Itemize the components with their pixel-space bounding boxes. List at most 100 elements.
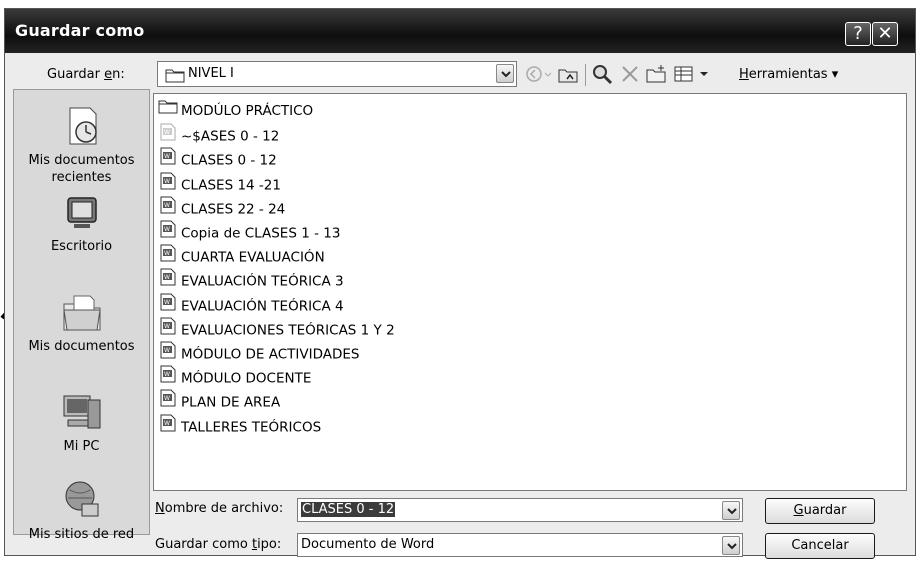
place-label: Mi PC — [63, 439, 100, 454]
svg-text:W: W — [164, 420, 170, 427]
place-my-computer[interactable]: Mi PC — [14, 390, 149, 455]
file-item[interactable]: W CLASES 0 - 12 — [158, 147, 277, 172]
cancel-button[interactable]: Cancelar — [765, 533, 875, 559]
file-item[interactable]: W EVALUACIONES TEÓRICAS 1 Y 2 — [158, 317, 395, 342]
word-document-icon: W — [158, 147, 178, 172]
file-name: ~$ASES 0 - 12 — [181, 128, 280, 145]
file-name: MÓDULO DE ACTIVIDADES — [181, 346, 360, 363]
file-name: EVALUACIONES TEÓRICAS 1 Y 2 — [181, 322, 395, 339]
word-document-icon: W — [158, 220, 178, 245]
place-my-documents[interactable]: Mis documentos — [14, 290, 149, 355]
new-folder-icon[interactable] — [645, 63, 667, 85]
svg-text:W: W — [164, 347, 170, 354]
folder-icon — [165, 69, 185, 83]
file-item[interactable]: W CLASES 14 -21 — [158, 172, 281, 197]
file-item[interactable]: W ~$ASES 0 - 12 — [158, 123, 280, 148]
search-web-icon[interactable] — [591, 63, 613, 85]
file-item[interactable]: W MÓDULO DE ACTIVIDADES — [158, 341, 360, 366]
file-name: CLASES 14 -21 — [181, 177, 281, 194]
svg-text:W: W — [164, 371, 170, 378]
svg-text:W: W — [164, 299, 170, 306]
word-document-icon: W — [158, 317, 178, 342]
file-item[interactable]: W Copia de CLASES 1 - 13 — [158, 220, 341, 245]
save-as-dialog: Guardar como ? ✕ Guardar en: NIVEL I Her… — [4, 8, 916, 559]
file-name: EVALUACIÓN TEÓRICA 4 — [181, 298, 344, 315]
file-item[interactable]: W MÓDULO DOCENTE — [158, 365, 312, 390]
filetype-label: Guardar como tipo: — [155, 537, 282, 552]
word-document-icon: W — [158, 123, 178, 148]
filename-value: CLASES 0 - 12 — [301, 502, 396, 517]
help-button[interactable]: ? — [845, 22, 871, 46]
folder-icon — [158, 99, 178, 121]
file-item[interactable]: W EVALUACIÓN TEÓRICA 3 — [158, 268, 344, 293]
look-in-value: NIVEL I — [188, 66, 234, 81]
my-documents-icon — [62, 295, 101, 331]
place-desktop[interactable]: Escritorio — [14, 190, 149, 255]
word-document-icon: W — [158, 389, 178, 414]
filetype-value: Documento de Word — [301, 537, 435, 552]
file-name: MÓDULO DOCENTE — [181, 370, 312, 387]
back-icon[interactable] — [523, 63, 545, 85]
svg-text:W: W — [164, 153, 170, 160]
folder-item[interactable]: MODÚLO PRÁCTICO — [158, 100, 313, 122]
svg-text:W: W — [164, 226, 170, 233]
title-bar: Guardar como ? ✕ — [5, 9, 915, 53]
look-in-label: Guardar en: — [47, 67, 125, 82]
filetype-select[interactable]: Documento de Word — [297, 533, 743, 557]
place-network[interactable]: Mis sitios de red — [14, 478, 149, 543]
word-document-icon: W — [158, 268, 178, 293]
word-document-icon: W — [158, 293, 178, 318]
svg-text:W: W — [164, 178, 170, 185]
file-name: TALLERES TEÓRICOS — [181, 419, 322, 436]
chevron-down-icon[interactable] — [722, 501, 740, 520]
toolbar-separator — [585, 64, 586, 86]
close-button[interactable]: ✕ — [872, 22, 898, 46]
svg-text:W: W — [164, 274, 170, 281]
file-list[interactable]: MODÚLO PRÁCTICO W ~$ASES 0 - 12 W CLASES 0 -… — [153, 93, 907, 491]
dialog-title: Guardar como — [15, 21, 145, 40]
up-folder-icon[interactable] — [557, 63, 579, 85]
filename-field[interactable]: CLASES 0 - 12 — [297, 498, 743, 522]
file-name: CUARTA EVALUACIÓN — [181, 249, 325, 266]
desktop-icon — [66, 197, 97, 228]
word-document-icon: W — [158, 172, 178, 197]
place-label: Escritorio — [50, 239, 113, 254]
place-recent-documents[interactable]: Mis documentos recientes — [14, 104, 149, 186]
place-label: Mis documentos recientes — [28, 153, 135, 185]
svg-text:W: W — [164, 323, 170, 330]
delete-icon[interactable] — [619, 63, 641, 85]
my-computer-icon — [63, 395, 100, 429]
file-item[interactable]: W TALLERES TEÓRICOS — [158, 414, 322, 439]
file-item[interactable]: W PLAN DE AREA — [158, 389, 281, 414]
file-name: EVALUACIÓN TEÓRICA 3 — [181, 273, 344, 290]
look-in-dropdown[interactable]: NIVEL I — [157, 61, 517, 87]
file-item[interactable]: W EVALUACIÓN TEÓRICA 4 — [158, 293, 344, 318]
file-name: CLASES 22 - 24 — [181, 201, 286, 218]
word-document-icon: W — [158, 414, 178, 439]
file-name: PLAN DE AREA — [181, 394, 281, 411]
chevron-down-icon[interactable] — [496, 64, 514, 83]
filename-label: Nombre de archivo: — [155, 501, 284, 516]
file-item[interactable]: W CLASES 22 - 24 — [158, 196, 286, 221]
file-name: MODÚLO PRÁCTICO — [181, 103, 314, 119]
svg-text:W: W — [164, 202, 170, 209]
back-dropdown-icon[interactable] — [543, 63, 553, 85]
place-label: Mis documentos — [28, 339, 135, 354]
svg-text:W: W — [164, 129, 170, 136]
place-label: Mis sitios de red — [28, 527, 135, 542]
svg-text:W: W — [164, 250, 170, 257]
save-button[interactable]: Guardar — [765, 498, 875, 524]
chevron-down-icon[interactable] — [722, 536, 740, 555]
word-document-icon: W — [158, 365, 178, 390]
network-places-icon — [65, 481, 98, 517]
file-item[interactable]: W CUARTA EVALUACIÓN — [158, 244, 325, 269]
svg-text:W: W — [164, 395, 170, 402]
word-document-icon: W — [158, 341, 178, 366]
file-name: CLASES 0 - 12 — [181, 152, 277, 169]
tools-menu[interactable]: Herramientas ▾ — [739, 67, 838, 82]
views-dropdown-icon[interactable] — [699, 63, 709, 85]
file-name: Copia de CLASES 1 - 13 — [181, 225, 341, 242]
views-icon[interactable] — [673, 63, 695, 85]
word-document-icon: W — [158, 244, 178, 269]
word-document-icon: W — [158, 196, 178, 221]
